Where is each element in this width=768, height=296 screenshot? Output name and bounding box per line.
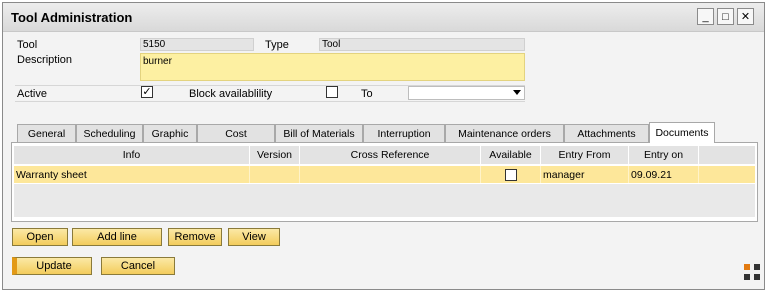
column-header-filler: [699, 146, 755, 164]
window-title: Tool Administration: [11, 10, 133, 25]
tool-administration-window: Tool Administration _ □ ✕ Tool 5150 Type…: [2, 2, 765, 290]
column-header-available[interactable]: Available: [481, 146, 541, 164]
remove-button[interactable]: Remove: [168, 228, 222, 246]
tab-cost[interactable]: Cost: [197, 124, 275, 142]
cancel-button[interactable]: Cancel: [101, 257, 175, 275]
column-header-info[interactable]: Info: [14, 146, 250, 164]
column-header-entry-from[interactable]: Entry From: [541, 146, 629, 164]
maximize-button[interactable]: □: [717, 8, 734, 25]
cell-entry-on[interactable]: 09.09.21: [629, 166, 699, 183]
type-label: Type: [265, 39, 289, 51]
block-availability-label: Block availablility: [189, 88, 273, 100]
view-button[interactable]: View: [228, 228, 280, 246]
active-label: Active: [17, 88, 47, 100]
cell-filler: [699, 166, 755, 183]
chevron-down-icon: [513, 90, 521, 95]
separator: [15, 101, 525, 102]
block-availability-checkbox[interactable]: [326, 86, 338, 98]
add-line-button[interactable]: Add line: [72, 228, 162, 246]
grid-header: Info Version Cross Reference Available E…: [14, 146, 755, 164]
to-dropdown[interactable]: [408, 86, 525, 100]
tab-interruption[interactable]: Interruption: [363, 124, 445, 142]
documents-panel: Info Version Cross Reference Available E…: [11, 142, 758, 222]
column-header-entry-on[interactable]: Entry on: [629, 146, 699, 164]
column-header-version[interactable]: Version: [250, 146, 300, 164]
tab-scheduling[interactable]: Scheduling: [76, 124, 143, 142]
title-bar[interactable]: Tool Administration _ □ ✕: [3, 3, 764, 32]
description-label: Description: [17, 54, 73, 66]
tab-bill-of-materials[interactable]: Bill of Materials: [275, 124, 363, 142]
column-header-cross-reference[interactable]: Cross Reference: [300, 146, 481, 164]
table-row[interactable]: Warranty sheet manager 09.09.21: [14, 166, 755, 183]
tab-graphic[interactable]: Graphic: [143, 124, 197, 142]
tab-documents[interactable]: Documents: [649, 122, 715, 143]
tool-label: Tool: [17, 39, 38, 51]
expand-icon[interactable]: [744, 264, 760, 280]
tool-field[interactable]: 5150: [140, 38, 254, 51]
active-checkbox[interactable]: ✓: [141, 86, 153, 98]
type-field[interactable]: Tool: [319, 38, 525, 51]
cell-info[interactable]: Warranty sheet: [14, 166, 250, 183]
close-button[interactable]: ✕: [737, 8, 754, 25]
cell-version[interactable]: [250, 166, 300, 183]
grid-empty-area: [14, 184, 755, 217]
tab-maintenance-orders[interactable]: Maintenance orders: [445, 124, 564, 142]
minimize-button[interactable]: _: [697, 8, 714, 25]
tab-general[interactable]: General: [17, 124, 76, 142]
update-button[interactable]: Update: [12, 257, 92, 275]
cell-available[interactable]: [481, 166, 541, 183]
cell-cross-reference[interactable]: [300, 166, 481, 183]
to-label: To: [361, 88, 373, 100]
tab-attachments[interactable]: Attachments: [564, 124, 649, 142]
open-button[interactable]: Open: [12, 228, 68, 246]
available-checkbox[interactable]: [504, 168, 517, 181]
cell-entry-from[interactable]: manager: [541, 166, 629, 183]
description-field[interactable]: burner: [140, 53, 525, 81]
